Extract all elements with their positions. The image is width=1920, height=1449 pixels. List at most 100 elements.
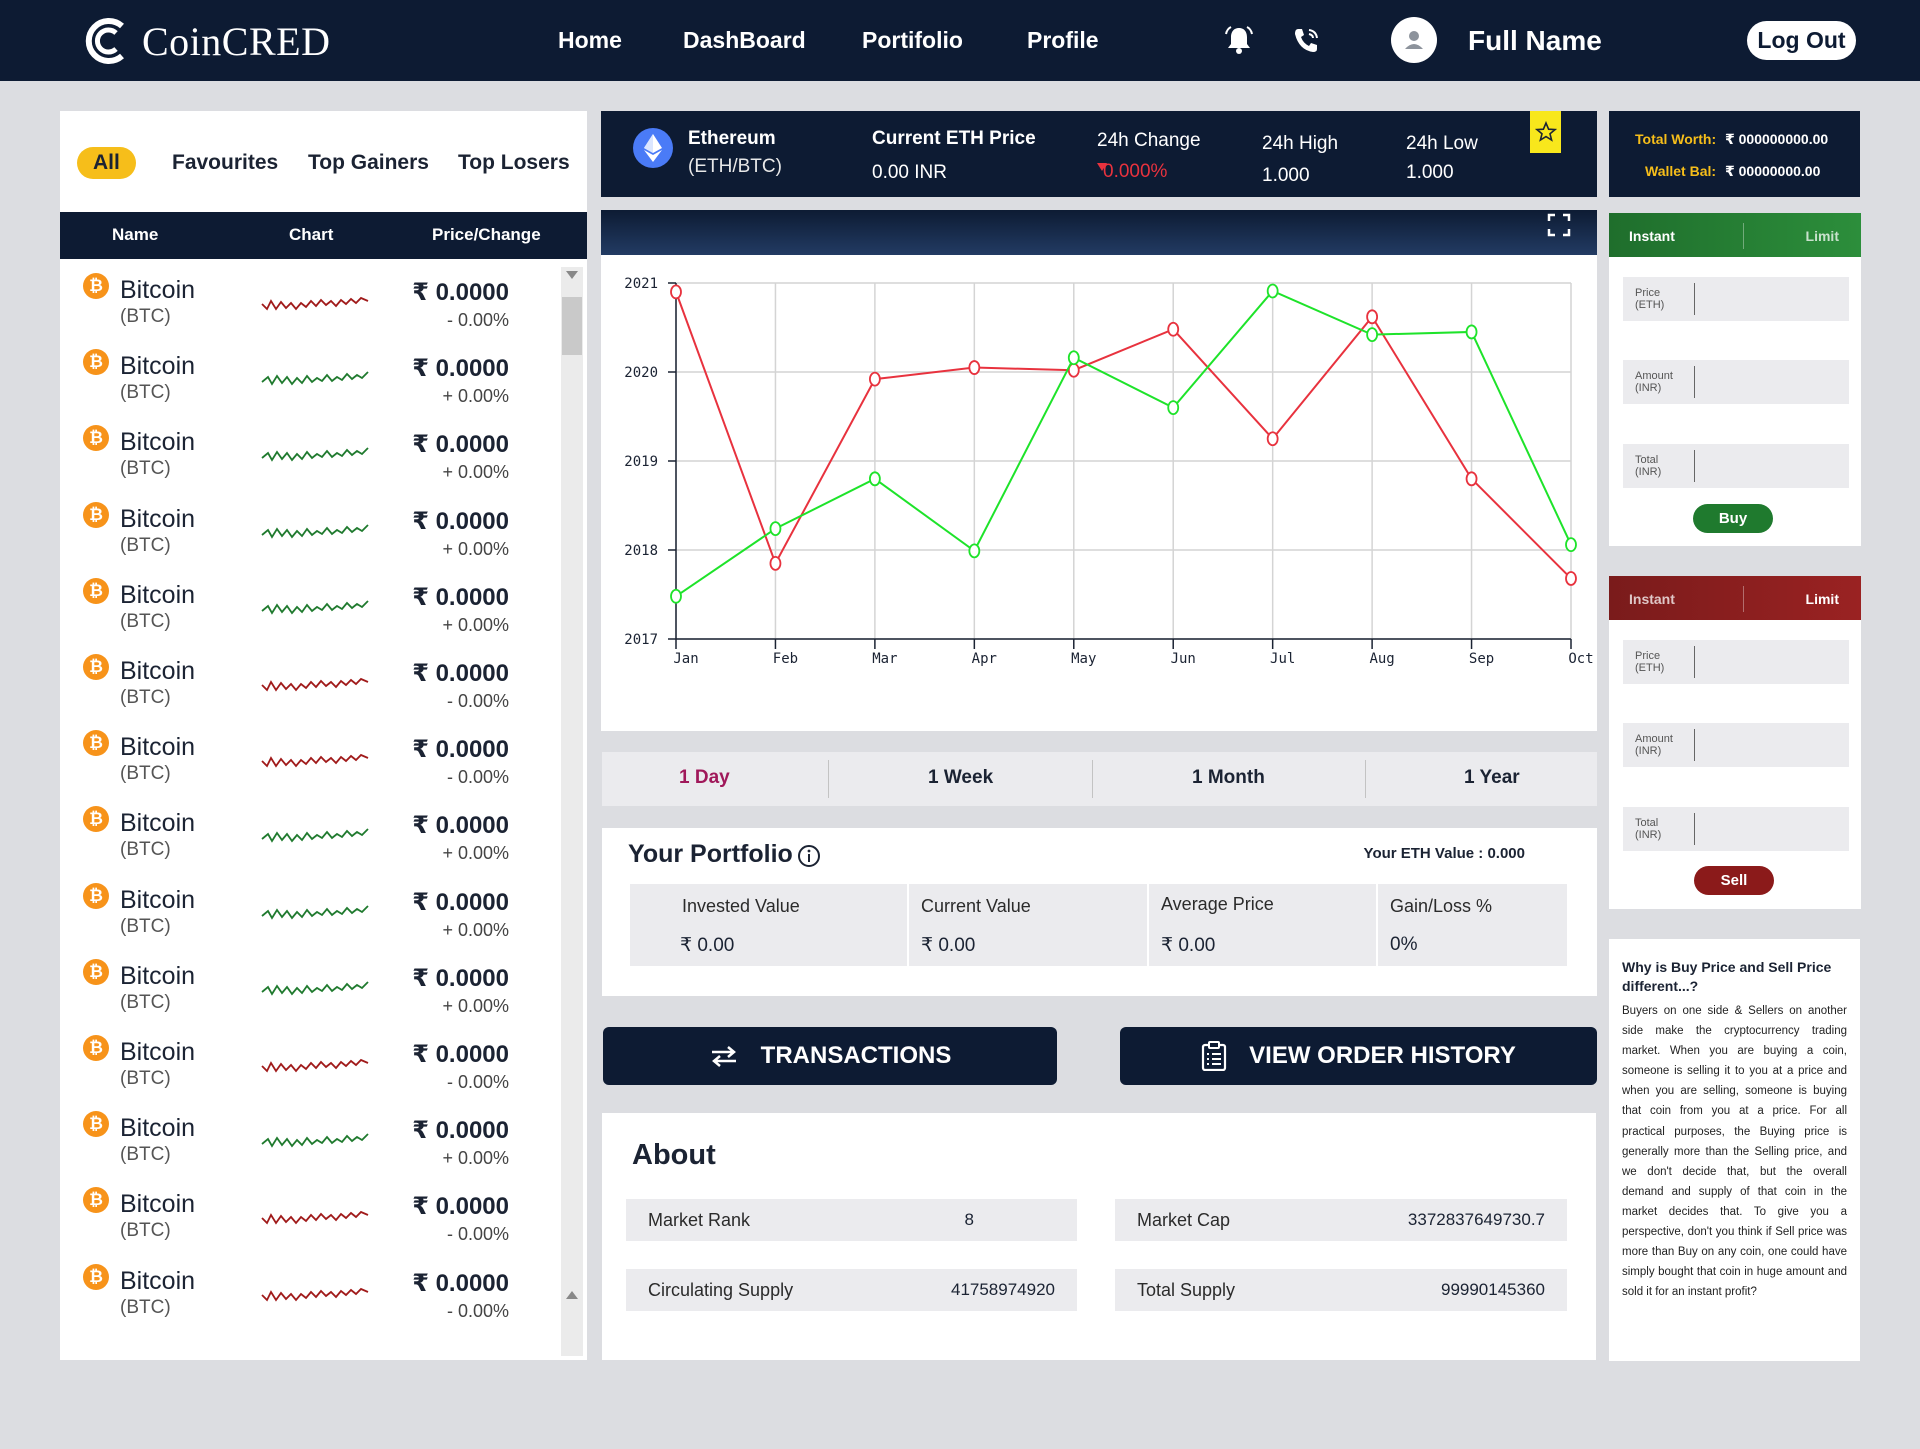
x-tick-label: Jan — [673, 651, 698, 667]
coin-price: ₹ 0.0000 — [412, 583, 509, 611]
data-point — [1266, 283, 1279, 299]
nav-home[interactable]: Home — [558, 27, 622, 54]
sell-price-field[interactable]: Price (ETH) — [1623, 640, 1849, 684]
range-1-week[interactable]: 1 Week — [928, 767, 993, 789]
current-value: ₹ 0.00 — [921, 935, 976, 956]
eth-price-value: 0.00 INR — [872, 162, 947, 183]
favourite-star-button[interactable] — [1530, 111, 1561, 153]
buy-tab-limit[interactable]: Limit — [1806, 228, 1839, 244]
sell-amount-input[interactable] — [1699, 727, 1843, 763]
data-point — [1067, 350, 1080, 366]
sell-amount-label: Amount — [1635, 733, 1673, 745]
coin-row[interactable]: ₿ Bitcoin (BTC) ₹ 0.0000 - 0.00% — [60, 1028, 555, 1104]
sparkline-chart — [261, 371, 369, 386]
user-avatar[interactable] — [1391, 17, 1437, 63]
coin-price: ₹ 0.0000 — [412, 1269, 509, 1297]
coin-row[interactable]: ₿ Bitcoin (BTC) ₹ 0.0000 - 0.00% — [60, 1257, 555, 1333]
scroll-down-arrow-icon[interactable] — [566, 1291, 578, 1299]
sparkline-chart — [261, 523, 369, 539]
coin-symbol: (BTC) — [120, 1144, 171, 1166]
sparkline-chart — [261, 677, 369, 692]
coin-row[interactable]: ₿ Bitcoin (BTC) ₹ 0.0000 - 0.00% — [60, 647, 555, 723]
buy-button[interactable]: Buy — [1693, 504, 1773, 533]
buy-total-input[interactable] — [1699, 448, 1843, 484]
bitcoin-icon: ₿ — [83, 730, 109, 757]
coin-row[interactable]: ₿ Bitcoin (BTC) ₹ 0.0000 + 0.00% — [60, 342, 555, 418]
top-navbar: CoinCRED Home DashBoard Portifolio Profi… — [0, 0, 1920, 81]
x-tick-label: May — [1071, 651, 1096, 667]
data-point — [1167, 321, 1180, 337]
coin-row[interactable]: ₿ Bitcoin (BTC) ₹ 0.0000 - 0.00% — [60, 266, 555, 342]
buy-total-label: Total — [1635, 454, 1659, 466]
buy-tab-instant[interactable]: Instant — [1629, 228, 1675, 244]
coin-row[interactable]: ₿ Bitcoin (BTC) ₹ 0.0000 + 0.00% — [60, 799, 555, 875]
wallet-summary: Total Worth: ₹ 000000000.00 Wallet Bal: … — [1609, 111, 1860, 197]
buy-amount-field[interactable]: Amount (INR) — [1623, 360, 1849, 404]
coin-row[interactable]: ₿ Bitcoin (BTC) ₹ 0.0000 + 0.00% — [60, 495, 555, 571]
coin-change: + 0.00% — [442, 538, 509, 559]
coin-row[interactable]: ₿ Bitcoin (BTC) ₹ 0.0000 + 0.00% — [60, 571, 555, 647]
buy-amount-input[interactable] — [1699, 364, 1843, 400]
coin-name: Bitcoin — [120, 961, 196, 990]
sell-amount-field[interactable]: Amount (INR) — [1623, 723, 1849, 767]
sell-total-field[interactable]: Total (INR) — [1623, 807, 1849, 851]
sparkline-chart — [261, 1287, 369, 1302]
coin-list-panel: All Favourites Top Gainers Top Losers Na… — [60, 111, 587, 1360]
coin-change: - 0.00% — [446, 1300, 509, 1321]
filter-top-gainers[interactable]: Top Gainers — [308, 151, 429, 175]
buy-price-input[interactable] — [1699, 281, 1843, 317]
coin-row[interactable]: ₿ Bitcoin (BTC) ₹ 0.0000 + 0.00% — [60, 1104, 555, 1180]
buy-total-field[interactable]: Total (INR) — [1623, 444, 1849, 488]
y-tick-label: 2021 — [624, 276, 658, 292]
invested-value: ₹ 0.00 — [680, 935, 735, 956]
brand-logo[interactable]: CoinCRED — [80, 16, 330, 66]
bell-icon[interactable] — [1223, 24, 1255, 56]
average-value: ₹ 0.00 — [1161, 935, 1216, 956]
filter-top-losers[interactable]: Top Losers — [458, 151, 570, 175]
data-point — [1167, 400, 1180, 416]
sell-tab-limit[interactable]: Limit — [1806, 591, 1839, 607]
coin-symbol: (BTC) — [120, 610, 171, 632]
sell-tab-instant[interactable]: Instant — [1629, 591, 1675, 607]
range-1-month[interactable]: 1 Month — [1192, 767, 1265, 789]
user-name[interactable]: Full Name — [1468, 25, 1602, 57]
scroll-thumb[interactable] — [562, 297, 582, 355]
filter-all[interactable]: All — [77, 147, 136, 179]
coin-row[interactable]: ₿ Bitcoin (BTC) ₹ 0.0000 + 0.00% — [60, 418, 555, 494]
bitcoin-icon: ₿ — [83, 425, 109, 452]
coin-change: + 0.00% — [442, 995, 509, 1016]
data-point — [868, 371, 881, 387]
sparkline-chart — [261, 981, 369, 996]
view-order-history-button[interactable]: VIEW ORDER HISTORY — [1120, 1027, 1597, 1085]
logout-button[interactable]: Log Out — [1747, 21, 1856, 60]
nav-portfolio[interactable]: Portifolio — [862, 27, 963, 54]
swap-arrows-icon — [711, 1046, 736, 1067]
coin-symbol: (BTC) — [120, 763, 171, 785]
coin-name: Bitcoin — [120, 733, 196, 762]
coin-row[interactable]: ₿ Bitcoin (BTC) ₹ 0.0000 - 0.00% — [60, 723, 555, 799]
coin-change: + 0.00% — [442, 919, 509, 940]
scroll-up-arrow-icon[interactable] — [566, 271, 578, 279]
range-1-year[interactable]: 1 Year — [1464, 767, 1520, 789]
sell-button[interactable]: Sell — [1694, 866, 1774, 895]
sell-tabs: Instant Limit — [1609, 576, 1861, 620]
gain-loss-value: 0% — [1390, 934, 1418, 955]
range-1-day[interactable]: 1 Day — [679, 767, 730, 789]
sell-price-input[interactable] — [1699, 644, 1843, 680]
header-chart: Chart — [289, 225, 334, 244]
info-icon[interactable] — [797, 844, 821, 868]
nav-dashboard[interactable]: DashBoard — [683, 27, 806, 54]
coin-row[interactable]: ₿ Bitcoin (BTC) ₹ 0.0000 - 0.00% — [60, 1180, 555, 1256]
buy-price-field[interactable]: Price (ETH) — [1623, 277, 1849, 321]
coin-row[interactable]: ₿ Bitcoin (BTC) ₹ 0.0000 + 0.00% — [60, 876, 555, 952]
sell-total-input[interactable] — [1699, 811, 1843, 847]
filter-favourites[interactable]: Favourites — [172, 151, 278, 175]
coin-price: ₹ 0.0000 — [412, 888, 509, 916]
phone-call-icon[interactable] — [1291, 24, 1323, 56]
nav-profile[interactable]: Profile — [1027, 27, 1099, 54]
transactions-button[interactable]: TRANSACTIONS — [603, 1027, 1057, 1085]
coin-list-scrollbar[interactable] — [561, 267, 583, 1356]
coin-row[interactable]: ₿ Bitcoin (BTC) ₹ 0.0000 + 0.00% — [60, 952, 555, 1028]
data-point — [1366, 327, 1379, 343]
fullscreen-icon[interactable] — [1546, 212, 1572, 238]
